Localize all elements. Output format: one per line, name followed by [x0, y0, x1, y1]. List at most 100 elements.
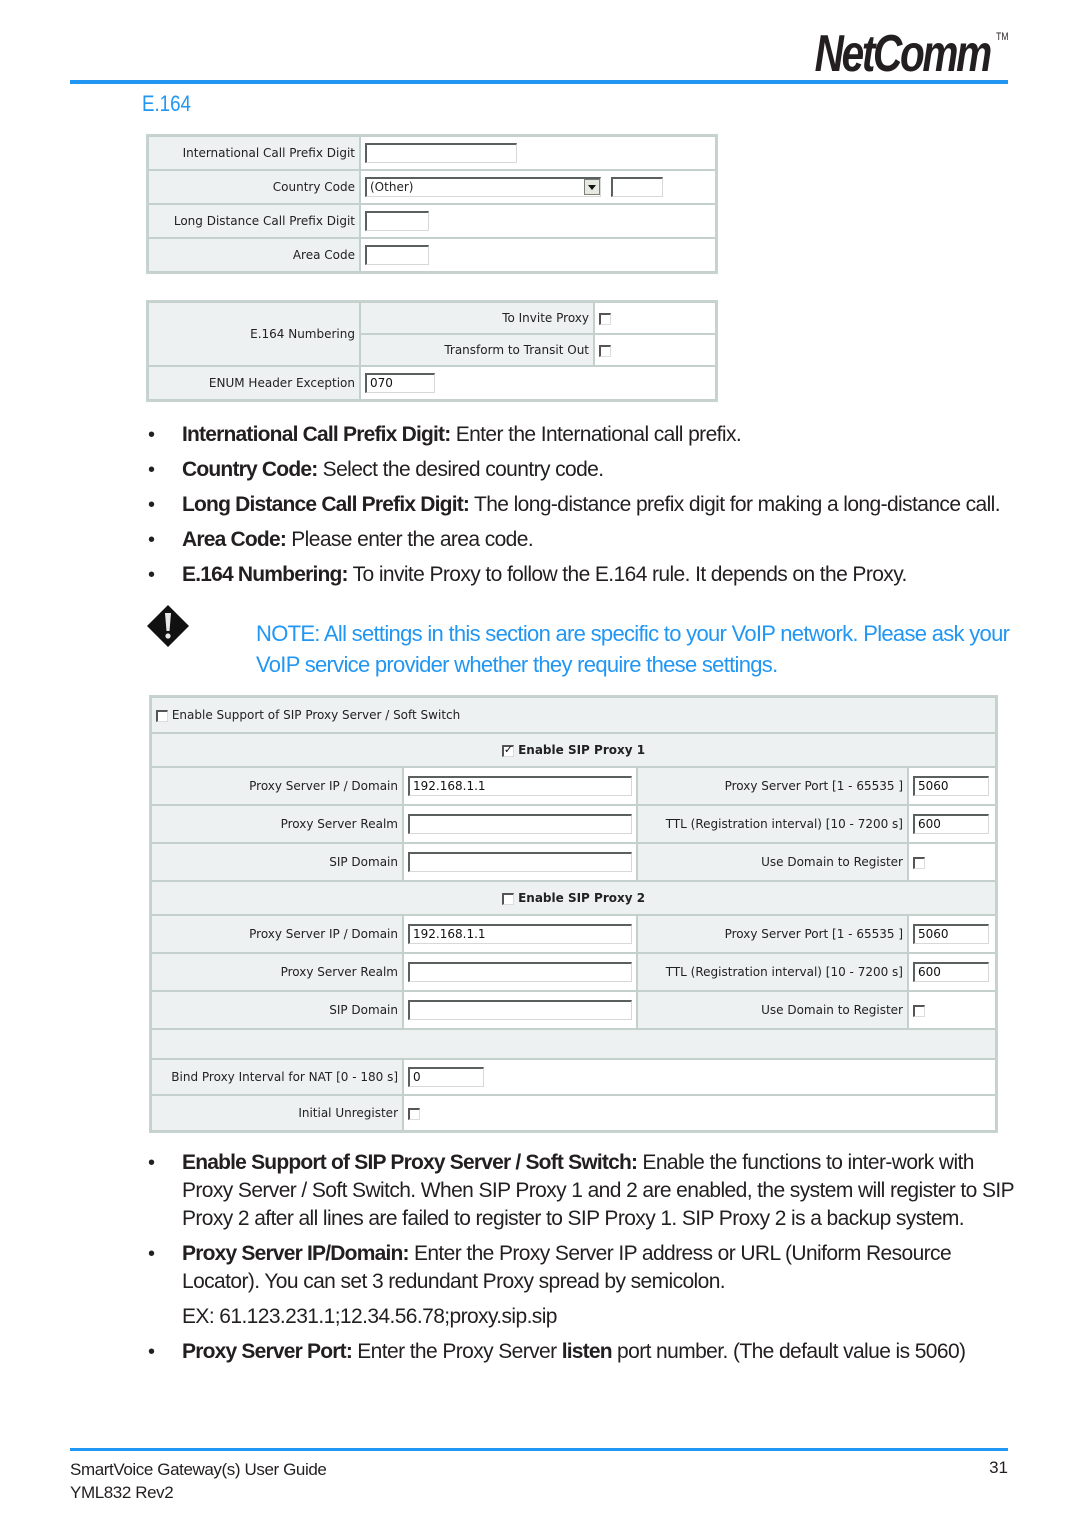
enable-support-checkbox[interactable]: [156, 709, 168, 722]
term: E.164 Numbering:: [182, 563, 349, 586]
proxy2-ip-input[interactable]: 192.168.1.1: [408, 924, 632, 944]
section-title: E.164: [142, 91, 191, 116]
long-distance-prefix-input[interactable]: [365, 211, 429, 231]
header-rule: [70, 80, 1008, 84]
list-item: Proxy Server Port: Enter the Proxy Serve…: [146, 1338, 1016, 1366]
area-code-label: Area Code: [148, 238, 360, 272]
table-row: Bind Proxy Interval for NAT [0 - 180 s] …: [151, 1059, 996, 1095]
table-row: Area Code: [148, 238, 716, 272]
list-item: Long Distance Call Prefix Digit: The lon…: [146, 491, 1016, 519]
proxy2-sip-domain-input[interactable]: [408, 1000, 632, 1020]
to-invite-proxy-checkbox[interactable]: [599, 312, 611, 325]
footer-rule: [70, 1448, 1008, 1451]
term: International Call Prefix Digit:: [182, 423, 451, 446]
proxy2-ip-label: Proxy Server IP / Domain: [151, 915, 403, 953]
proxy1-header: Enable SIP Proxy 1: [151, 733, 996, 767]
country-code-input[interactable]: [610, 177, 663, 197]
area-code-input[interactable]: [365, 245, 429, 265]
proxy2-header: Enable SIP Proxy 2: [151, 881, 996, 915]
list-item: Enable Support of SIP Proxy Server / Sof…: [146, 1149, 1016, 1233]
term: Proxy Server IP/Domain:: [182, 1242, 410, 1265]
proxy2-ttl-input[interactable]: 600: [913, 962, 989, 982]
proxy2-port-label: Proxy Server Port [1 - 65535 ]: [637, 915, 908, 953]
proxy1-port-label: Proxy Server Port [1 - 65535 ]: [637, 767, 908, 805]
intl-prefix-input[interactable]: [365, 143, 517, 163]
description: Select the desired country code.: [317, 458, 604, 481]
country-code-selected: (Other): [370, 180, 414, 194]
description: Enter the Proxy Server: [352, 1340, 562, 1363]
proxy2-ttl-label: TTL (Registration interval) [10 - 7200 s…: [637, 953, 908, 991]
table-row: Initial Unregister: [151, 1095, 996, 1131]
long-distance-prefix-label: Long Distance Call Prefix Digit: [148, 204, 360, 238]
table-row: Proxy Server IP / Domain 192.168.1.1 Pro…: [151, 767, 996, 805]
e164-numbering-table: E.164 Numbering To Invite Proxy Transfor…: [146, 300, 718, 402]
initial-unregister-checkbox[interactable]: [408, 1107, 420, 1120]
country-code-select[interactable]: (Other): [365, 177, 601, 197]
table-row: Long Distance Call Prefix Digit: [148, 204, 716, 238]
description: To invite Proxy to follow the E.164 rule…: [347, 563, 908, 586]
description: port number. (The default value is 5060): [611, 1340, 966, 1363]
initial-unregister-label: Initial Unregister: [151, 1095, 403, 1131]
table-row: Proxy Server IP / Domain 192.168.1.1 Pro…: [151, 915, 996, 953]
country-code-label: Country Code: [148, 170, 360, 204]
list-item: Country Code: Select the desired country…: [146, 456, 1016, 484]
e164-field-descriptions: International Call Prefix Digit: Enter t…: [146, 421, 1016, 596]
table-row: Country Code (Other): [148, 170, 716, 204]
bind-proxy-interval-label: Bind Proxy Interval for NAT [0 - 180 s]: [151, 1059, 403, 1095]
trademark: TM: [995, 31, 1008, 43]
enable-sip-proxy-1-checkbox[interactable]: [501, 743, 514, 757]
page-number: 31: [989, 1458, 1008, 1477]
list-item: E.164 Numbering: To invite Proxy to foll…: [146, 561, 1016, 589]
proxy1-ttl-input[interactable]: 600: [913, 814, 989, 834]
table-row: Enable SIP Proxy 1: [151, 733, 996, 767]
table-row: SIP Domain Use Domain to Register: [151, 843, 996, 881]
proxy1-ip-label: Proxy Server IP / Domain: [151, 767, 403, 805]
enable-sip-proxy-1-label: Enable SIP Proxy 1: [518, 743, 646, 757]
description: The long-distance prefix digit for makin…: [469, 493, 1001, 516]
proxy2-use-domain-label: Use Domain to Register: [637, 991, 908, 1029]
proxy1-ip-input[interactable]: 192.168.1.1: [408, 776, 632, 796]
sip-field-descriptions: Enable Support of SIP Proxy Server / Sof…: [146, 1149, 1016, 1373]
term: Enable Support of SIP Proxy Server / Sof…: [182, 1151, 638, 1174]
proxy1-sip-domain-input[interactable]: [408, 852, 632, 872]
transform-transit-out-label: Transform to Transit Out: [360, 334, 594, 366]
proxy1-ttl-label: TTL (Registration interval) [10 - 7200 s…: [637, 805, 908, 843]
intl-prefix-label: International Call Prefix Digit: [148, 136, 360, 170]
table-row: International Call Prefix Digit: [148, 136, 716, 170]
description: Enter the International call prefix.: [450, 423, 742, 446]
proxy2-sip-domain-label: SIP Domain: [151, 991, 403, 1029]
proxy1-port-input[interactable]: 5060: [913, 776, 989, 796]
enable-support-label: Enable Support of SIP Proxy Server / Sof…: [171, 708, 461, 722]
table-row: ENUM Header Exception 070: [148, 366, 716, 400]
term: Country Code:: [182, 458, 318, 481]
to-invite-proxy-label: To Invite Proxy: [360, 302, 594, 334]
proxy1-realm-label: Proxy Server Realm: [151, 805, 403, 843]
revision: YML832 Rev2: [70, 1483, 174, 1502]
table-row: Proxy Server Realm TTL (Registration int…: [151, 805, 996, 843]
note-text: NOTE: All settings in this section are s…: [256, 621, 1010, 677]
enable-sip-proxy-2-label: Enable SIP Proxy 2: [518, 891, 646, 905]
chevron-down-icon[interactable]: [584, 179, 600, 195]
bind-proxy-interval-input[interactable]: 0: [408, 1067, 484, 1087]
transform-transit-out-checkbox[interactable]: [599, 344, 611, 357]
table-row: Enable Support of SIP Proxy Server / Sof…: [151, 697, 996, 733]
proxy2-use-domain-checkbox[interactable]: [913, 1004, 925, 1017]
proxy1-use-domain-label: Use Domain to Register: [637, 843, 908, 881]
proxy2-port-input[interactable]: 5060: [913, 924, 989, 944]
enum-header-exception-input[interactable]: 070: [365, 373, 435, 393]
sip-proxy-table: Enable Support of SIP Proxy Server / Sof…: [149, 695, 998, 1133]
enable-support-cell: Enable Support of SIP Proxy Server / Sof…: [151, 697, 996, 733]
description: Please enter the area code.: [286, 528, 534, 551]
netcomm-logo: NetComm TM: [814, 28, 1008, 80]
proxy1-sip-domain-label: SIP Domain: [151, 843, 403, 881]
term: Area Code:: [182, 528, 287, 551]
proxy2-realm-input[interactable]: [408, 962, 632, 982]
e164-numbering-label: E.164 Numbering: [148, 302, 360, 366]
emphasis: listen: [561, 1340, 613, 1363]
footer-info: SmartVoice Gateway(s) User Guide YML832 …: [70, 1458, 327, 1504]
enable-sip-proxy-2-checkbox[interactable]: [501, 892, 514, 905]
guide-title: SmartVoice Gateway(s) User Guide: [70, 1460, 327, 1479]
proxy1-use-domain-checkbox[interactable]: [913, 856, 925, 869]
proxy1-realm-input[interactable]: [408, 814, 632, 834]
table-row: Enable SIP Proxy 2: [151, 881, 996, 915]
